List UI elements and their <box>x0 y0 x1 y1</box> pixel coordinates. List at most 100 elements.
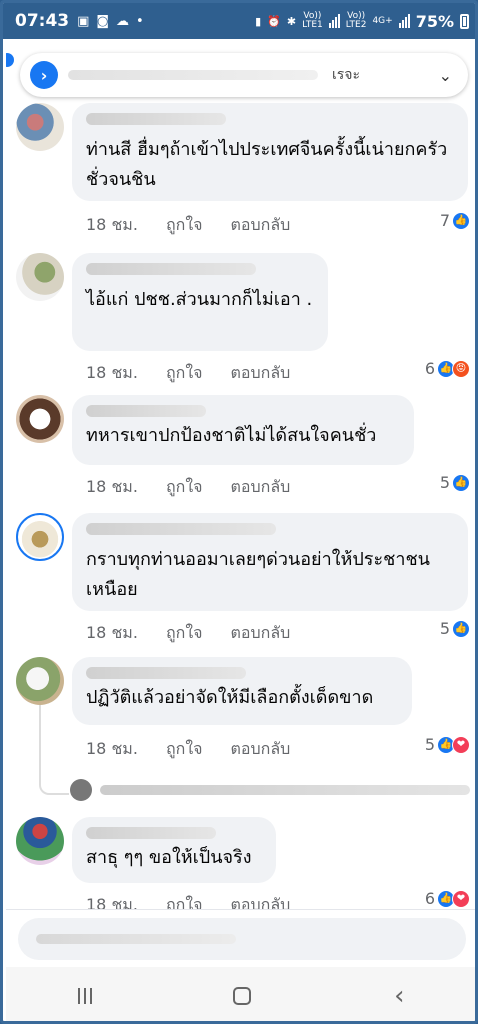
reaction-count[interactable]: 5 👍 <box>440 619 470 638</box>
comment-time: 18 ชม. <box>86 739 138 758</box>
comment-text: กราบทุกท่านออมาเลยๆด่วนอย่าให้ประชาชนเหน… <box>86 549 430 600</box>
comments-panel: › เรจะ ⌄ ท่านสี ฮื่มๆถ้าเข้าไปประเทศจีนค… <box>6 39 475 967</box>
chevron-down-icon[interactable]: ⌄ <box>439 66 452 85</box>
cloud-icon: ☁ <box>116 13 130 29</box>
line-icon: ◙ <box>96 13 110 29</box>
status-bar: 07:43 ▣ ◙ ☁ • ▮ ⏰ ✱ Vo)) LTE1 Vo)) LTE2 4G… <box>3 3 475 39</box>
like-button[interactable]: ถูกใจ <box>166 213 203 238</box>
android-nav-bar: ‹ <box>6 967 475 1021</box>
reaction-count[interactable]: 6 👍 😡 <box>425 359 470 378</box>
bluetooth-icon: ✱ <box>286 14 297 28</box>
reaction-count[interactable]: 7 👍 <box>440 211 470 230</box>
comment-bubble: สาธุ ๆๆ ขอให้เป็นจริง <box>72 817 276 883</box>
blurred-text <box>68 70 318 80</box>
reply-button[interactable]: ตอบกลับ <box>231 213 291 238</box>
commenter-name[interactable] <box>86 523 276 535</box>
notification-icons: ▣ ◙ ☁ • <box>77 14 144 29</box>
like-icon: 👍 <box>452 473 470 492</box>
commenter-name[interactable] <box>86 405 206 417</box>
comment-text: สาธุ ๆๆ ขอให้เป็นจริง <box>86 847 252 868</box>
comment-text: ไอ้แก่ ปชช.ส่วนมากก็ไม่เอา . <box>86 289 313 310</box>
comment-text: ท่านสี ฮื่มๆถ้าเข้าไปประเทศจีนครั้งนี้เน… <box>86 139 448 190</box>
comment-actions: 18 ชม. ถูกใจ ตอบกลับ <box>86 213 290 238</box>
comment-time: 18 ชม. <box>86 623 138 642</box>
filter-icon: › <box>30 61 58 89</box>
comment-time: 18 ชม. <box>86 477 138 496</box>
reaction-number: 5 <box>424 735 435 754</box>
reaction-number: 5 <box>439 619 450 638</box>
comment-actions: 18 ชม. ถูกใจ ตอบกลับ <box>86 737 290 762</box>
phone-frame: 07:43 ▣ ◙ ☁ • ▮ ⏰ ✱ Vo)) LTE1 Vo)) LTE2 4G… <box>0 0 478 1024</box>
commenter-name[interactable] <box>86 113 226 125</box>
status-time: 07:43 <box>15 11 70 31</box>
reaction-number: 5 <box>439 473 450 492</box>
angry-icon: 😡 <box>452 359 470 378</box>
alarm-icon: ⏰ <box>267 14 281 28</box>
comment-bubble: ท่านสี ฮื่มๆถ้าเข้าไปประเทศจีนครั้งนี้เน… <box>72 103 468 201</box>
comment-time: 18 ชม. <box>86 363 138 382</box>
blurred-text <box>100 785 470 795</box>
battery-level: 75% <box>415 11 454 31</box>
home-icon <box>232 986 251 1005</box>
reply-button[interactable]: ตอบกลับ <box>231 737 291 762</box>
system-icons: ▮ ⏰ ✱ Vo)) LTE1 Vo)) LTE2 4G+ 75% <box>255 12 469 31</box>
avatar[interactable] <box>16 817 64 865</box>
signal1-icon <box>328 14 340 28</box>
commenter-name[interactable] <box>86 827 216 839</box>
sim2-indicator: Vo)) LTE2 <box>345 11 367 30</box>
recent-apps-button[interactable] <box>55 976 115 1016</box>
reaction-number: 6 <box>424 889 435 908</box>
reaction-count[interactable]: 5 👍 ❤ <box>425 735 470 754</box>
back-icon: ‹ <box>394 980 405 1011</box>
comment-bubble: ทหารเขาปกป้องชาติไม่ได้สนใจคนชั่ว <box>72 395 414 465</box>
comment-actions: 18 ชม. ถูกใจ ตอบกลับ <box>86 361 290 386</box>
battery-icon <box>460 13 469 29</box>
comment-bubble: ไอ้แก่ ปชช.ส่วนมากก็ไม่เอา . <box>72 253 328 351</box>
edge-indicator-icon <box>6 53 14 67</box>
sim1-indicator: Vo)) LTE1 <box>302 11 323 30</box>
avatar[interactable] <box>16 253 64 301</box>
recent-apps-icon <box>77 987 92 1004</box>
comment-input[interactable] <box>18 918 466 960</box>
avatar[interactable] <box>16 513 64 561</box>
reply-button[interactable]: ตอบกลับ <box>231 361 291 386</box>
avatar <box>70 779 92 801</box>
reaction-number: 7 <box>439 211 450 230</box>
avatar[interactable] <box>16 657 64 705</box>
comment-bubble: กราบทุกท่านออมาเลยๆด่วนอย่าให้ประชาชนเหน… <box>72 513 468 611</box>
comment-time: 18 ชม. <box>86 215 138 234</box>
like-icon: 👍 <box>452 619 470 638</box>
comment-actions: 18 ชม. ถูกใจ ตอบกลับ <box>86 475 290 500</box>
reply-button[interactable]: ตอบกลับ <box>231 475 291 500</box>
comment-filter-bar[interactable]: › เรจะ ⌄ <box>20 53 468 97</box>
like-button[interactable]: ถูกใจ <box>166 737 203 762</box>
back-button[interactable]: ‹ <box>369 976 429 1016</box>
avatar[interactable] <box>16 395 64 443</box>
signal2-icon <box>398 14 410 28</box>
comment-actions: 18 ชม. ถูกใจ ตอบกลับ <box>86 621 290 646</box>
reaction-number: 6 <box>424 359 435 378</box>
home-button[interactable] <box>212 976 272 1016</box>
comment-text: ทหารเขาปกป้องชาติไม่ได้สนใจคนชั่ว <box>86 425 377 446</box>
filter-label: เรจะ <box>332 67 361 83</box>
commenter-name[interactable] <box>86 263 256 275</box>
like-button[interactable]: ถูกใจ <box>166 621 203 646</box>
reply-thread-line <box>39 705 69 795</box>
love-icon: ❤ <box>452 735 470 754</box>
dot-icon: • <box>136 13 144 29</box>
commenter-name[interactable] <box>86 667 246 679</box>
comment-bubble: ปฏิวัติแล้วอย่าจัดให้มีเลือกตั้งเด็ดขาด <box>72 657 412 725</box>
gallery-icon: ▣ <box>77 13 90 29</box>
like-icon: 👍 <box>452 211 470 230</box>
reply-button[interactable]: ตอบกลับ <box>231 621 291 646</box>
avatar[interactable] <box>16 103 64 151</box>
love-icon: ❤ <box>452 889 470 908</box>
reply-preview[interactable] <box>70 779 470 801</box>
battery-saver-icon: ▮ <box>255 14 262 28</box>
reaction-count[interactable]: 5 👍 <box>440 473 470 492</box>
comment-composer <box>6 909 475 967</box>
network-type: 4G+ <box>372 15 393 26</box>
reaction-count[interactable]: 6 👍 ❤ <box>425 889 470 908</box>
like-button[interactable]: ถูกใจ <box>166 475 203 500</box>
like-button[interactable]: ถูกใจ <box>166 361 203 386</box>
